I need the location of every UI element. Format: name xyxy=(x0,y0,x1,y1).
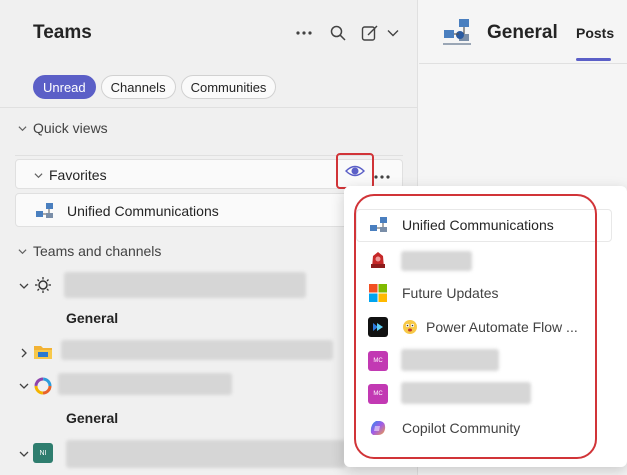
emoji-face-icon xyxy=(403,320,417,334)
popup-item-future-updates[interactable]: Future Updates xyxy=(368,281,499,305)
ring-team-icon xyxy=(33,376,53,396)
favorite-item-unified-communications[interactable]: Unified Communications xyxy=(15,193,365,227)
channel-general-2[interactable]: General xyxy=(66,410,118,426)
view-toggle-button[interactable] xyxy=(336,153,374,189)
redacted-team-name[interactable] xyxy=(61,340,333,360)
popup-item-copilot-community[interactable]: Copilot Community xyxy=(368,416,520,440)
filter-unread[interactable]: Unread xyxy=(33,75,96,99)
favorite-item-label: Unified Communications xyxy=(67,203,219,219)
quick-views-label: Quick views xyxy=(33,120,108,136)
team-avatar-ni: NI xyxy=(33,443,53,463)
quick-views-header[interactable]: Quick views xyxy=(18,120,108,136)
network-team-icon xyxy=(370,217,387,232)
chevron-down-icon xyxy=(18,125,27,131)
redacted-team-name[interactable] xyxy=(58,373,232,395)
popup-item-redacted-2[interactable]: MC xyxy=(368,349,388,373)
red-team-icon xyxy=(371,252,385,268)
power-automate-icon xyxy=(368,317,388,337)
mc-avatar-icon: MC xyxy=(368,351,388,371)
chevron-right-icon[interactable] xyxy=(19,348,29,358)
search-icon[interactable] xyxy=(327,22,349,44)
mc-avatar-icon: MC xyxy=(368,384,388,404)
popup-item-label: Unified Communications xyxy=(402,217,554,233)
filter-communities[interactable]: Communities xyxy=(180,75,277,99)
redacted-team-name[interactable] xyxy=(64,272,306,298)
tab-posts[interactable]: Posts xyxy=(576,25,614,41)
channel-general-1[interactable]: General xyxy=(66,310,118,326)
copilot-icon xyxy=(370,421,386,435)
chevron-down-icon[interactable] xyxy=(19,281,29,291)
favorites-label: Favorites xyxy=(49,167,107,183)
eye-icon xyxy=(345,165,365,177)
chevron-down-icon xyxy=(18,248,27,254)
teams-and-channels-label: Teams and channels xyxy=(33,243,162,259)
redacted-popup-label xyxy=(401,251,472,271)
folder-team-icon xyxy=(33,342,53,362)
popup-item-power-automate[interactable]: Power Automate Flow ... xyxy=(368,315,578,339)
redacted-team-name[interactable] xyxy=(66,440,346,468)
popup-item-label: Copilot Community xyxy=(402,420,521,436)
chevron-down-icon[interactable] xyxy=(19,381,29,391)
divider xyxy=(0,107,418,108)
sidebar-title: Teams xyxy=(33,22,92,43)
more-options-icon[interactable] xyxy=(293,22,315,44)
divider xyxy=(419,63,627,64)
windows-logo-icon xyxy=(369,284,387,302)
popup-item-redacted-3[interactable]: MC xyxy=(368,382,388,406)
favorites-more-icon[interactable] xyxy=(374,166,390,182)
chevron-down-icon[interactable] xyxy=(382,22,404,44)
redacted-popup-label xyxy=(401,349,499,371)
chevron-down-icon xyxy=(34,172,43,178)
lightbulb-team-icon xyxy=(33,275,53,295)
popup-item-label: Power Automate Flow ... xyxy=(426,319,578,335)
tab-posts-underline xyxy=(576,58,611,61)
redacted-popup-label xyxy=(401,382,531,404)
teams-and-channels-header[interactable]: Teams and channels xyxy=(18,243,161,259)
compose-icon[interactable] xyxy=(359,22,381,44)
popup-item-unified-communications[interactable]: Unified Communications xyxy=(368,213,554,237)
channel-title: General xyxy=(487,22,558,43)
filter-channels[interactable]: Channels xyxy=(100,75,176,99)
popup-item-redacted-1[interactable] xyxy=(368,248,388,272)
chevron-down-icon[interactable] xyxy=(19,449,29,459)
popup-item-label: Future Updates xyxy=(402,285,499,301)
network-team-icon xyxy=(443,19,471,45)
network-team-icon xyxy=(36,203,53,218)
